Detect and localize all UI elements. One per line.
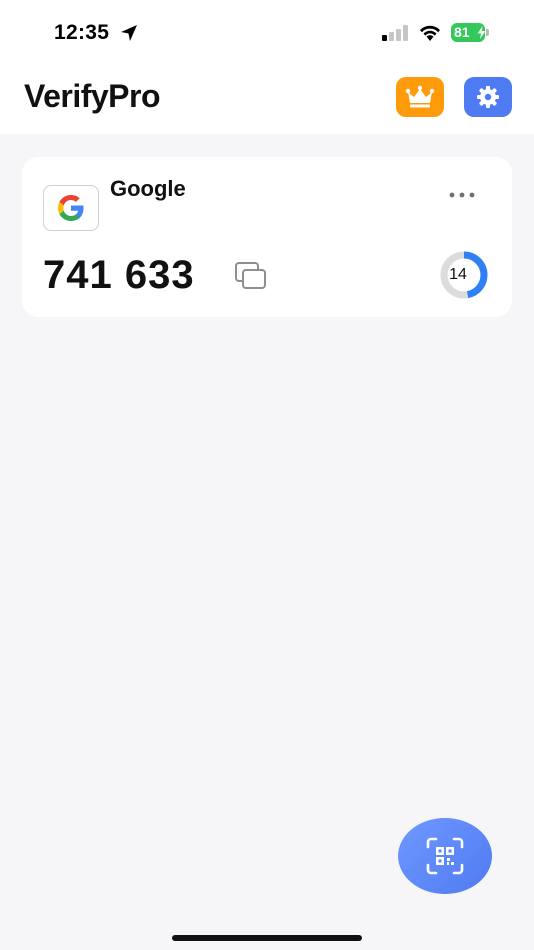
countdown-seconds: 14 [449, 266, 467, 283]
gear-icon [477, 86, 499, 108]
premium-button[interactable] [396, 77, 444, 117]
battery-icon: 81 [451, 23, 489, 42]
battery-cap [486, 29, 489, 36]
home-indicator [172, 935, 362, 941]
account-card[interactable]: Google 741 633 14 [22, 157, 512, 317]
account-logo [43, 185, 99, 231]
crown-icon [405, 85, 435, 108]
scan-qr-button[interactable] [398, 818, 492, 894]
copy-icon[interactable] [234, 261, 268, 291]
account-name: Google [110, 176, 186, 201]
location-arrow-icon [121, 25, 137, 41]
status-time: 12:35 [54, 21, 110, 44]
otp-code[interactable]: 741 633 [43, 253, 195, 298]
countdown-timer: 14 [436, 251, 496, 299]
google-logo-icon [58, 195, 84, 221]
cellular-signal-icon [382, 25, 408, 41]
app-title: VerifyPro [24, 78, 161, 114]
top-bar: 12:35 81 VerifyPro [0, 0, 534, 134]
wifi-icon [420, 25, 440, 41]
status-bar: 12:35 81 [0, 0, 534, 60]
charging-bolt-icon [477, 26, 486, 39]
ellipsis-icon [449, 192, 475, 198]
qr-scan-icon [426, 837, 464, 875]
settings-button[interactable] [464, 77, 512, 117]
more-options-button[interactable] [446, 185, 478, 205]
